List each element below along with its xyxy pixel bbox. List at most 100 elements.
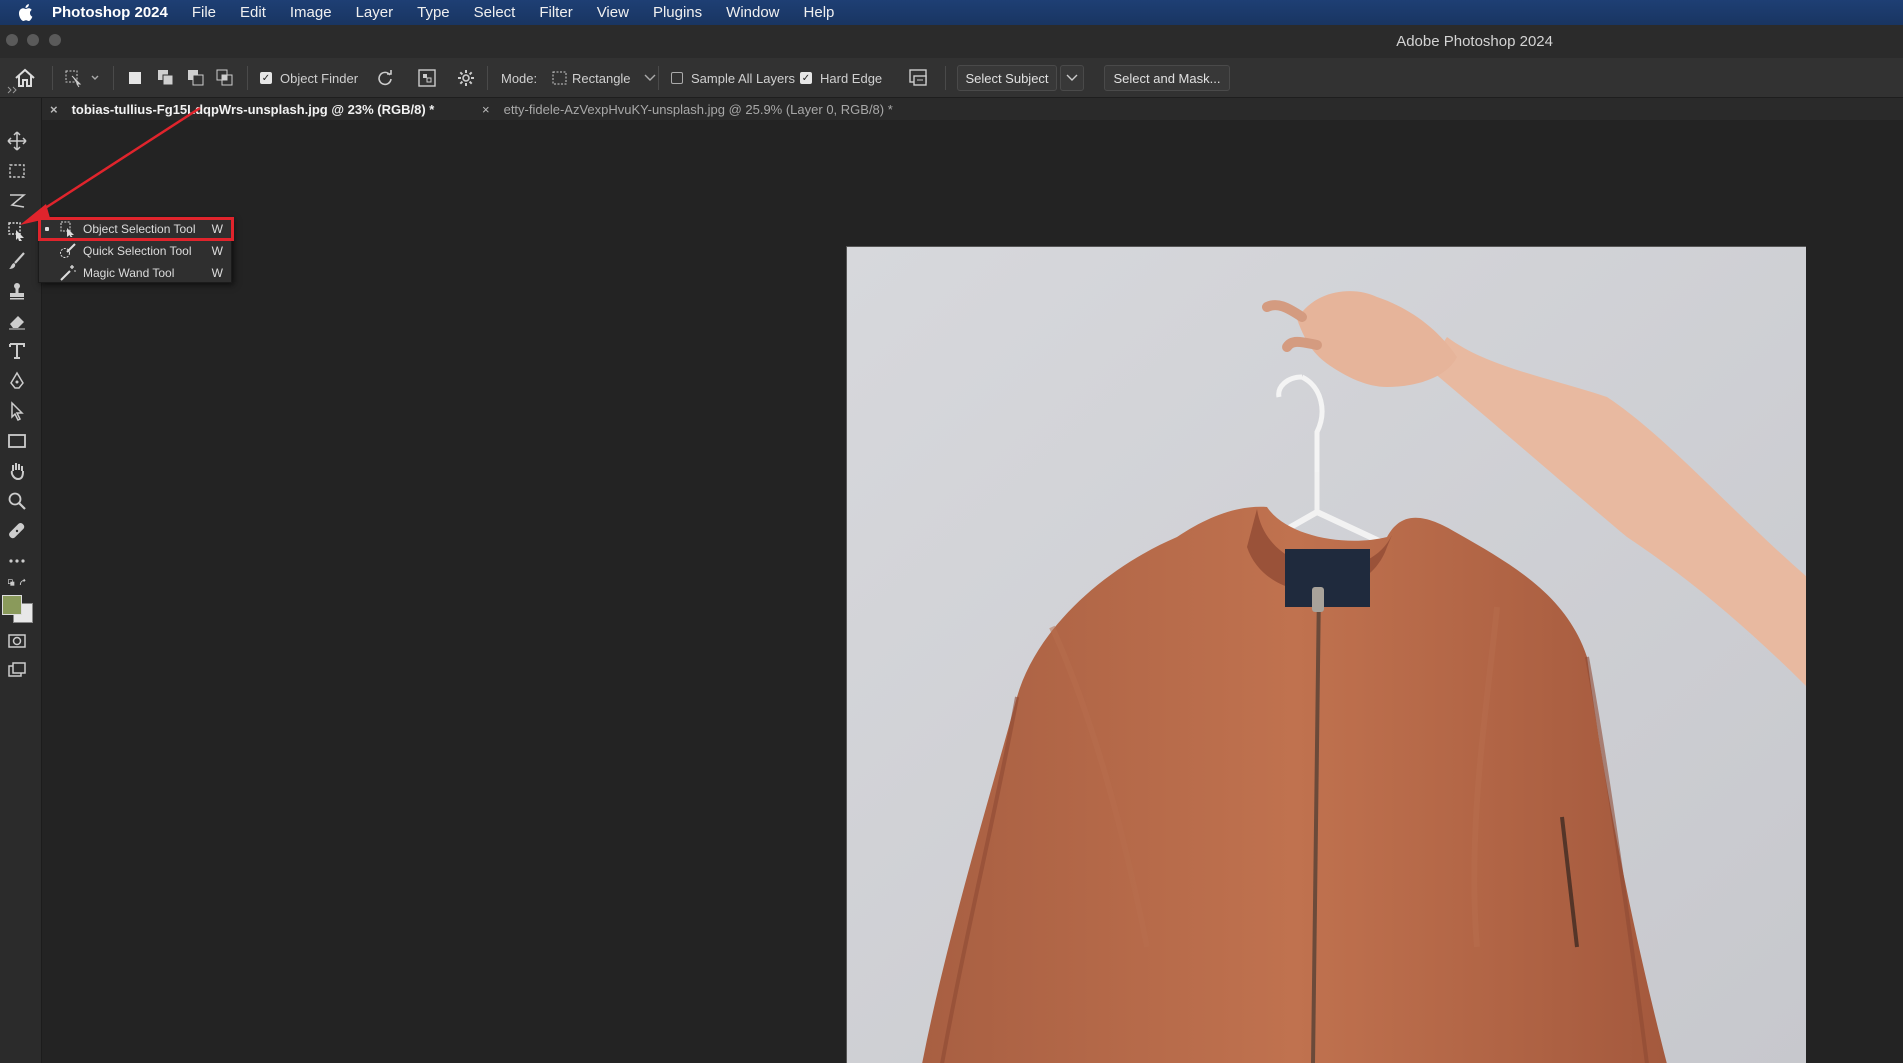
mode-dropdown[interactable]: Rectangle xyxy=(551,58,657,98)
gear-icon[interactable] xyxy=(457,58,475,98)
refresh-icon[interactable] xyxy=(376,58,394,98)
app-menu[interactable]: Photoshop 2024 xyxy=(52,4,168,21)
divider xyxy=(247,66,248,90)
rectangle-tool-icon[interactable] xyxy=(4,428,30,454)
path-selection-icon[interactable] xyxy=(4,398,30,424)
clone-stamp-icon[interactable] xyxy=(4,278,30,304)
intersect-selection-icon[interactable] xyxy=(216,58,234,98)
menu-filter[interactable]: Filter xyxy=(539,4,572,21)
close-tab-icon[interactable]: × xyxy=(482,102,490,117)
magic-wand-icon xyxy=(59,264,77,282)
selection-feedback-icon[interactable] xyxy=(908,58,930,98)
selection-tools-flyout: Object Selection Tool W Quick Selection … xyxy=(38,217,234,284)
tools-panel xyxy=(0,86,42,1063)
expand-panel-icon[interactable] xyxy=(4,86,30,102)
menu-window[interactable]: Window xyxy=(726,4,779,21)
divider xyxy=(658,66,659,90)
flyout-item-shortcut: W xyxy=(211,222,223,236)
checkbox-empty-icon xyxy=(671,72,683,84)
sample-all-layers-label: Sample All Layers xyxy=(691,70,796,86)
select-and-mask-button[interactable]: Select and Mask... xyxy=(1104,65,1230,91)
object-selection-icon xyxy=(59,220,77,238)
select-subject-button[interactable]: Select Subject xyxy=(957,65,1057,91)
move-tool-icon[interactable] xyxy=(4,128,30,154)
checkmark-icon: ✓ xyxy=(260,72,272,84)
quick-selection-icon xyxy=(59,242,77,260)
flyout-item-shortcut: W xyxy=(211,244,223,258)
foreground-color-swatch[interactable] xyxy=(2,595,22,615)
flyout-item-label: Quick Selection Tool xyxy=(83,244,192,258)
menu-layer[interactable]: Layer xyxy=(356,4,394,21)
chevron-down-icon xyxy=(644,74,656,81)
hard-edge-label: Hard Edge xyxy=(820,70,883,86)
chevron-down-icon xyxy=(1066,74,1078,81)
flyout-item-magic-wand[interactable]: Magic Wand Tool W xyxy=(39,262,233,284)
tab-label: etty-fidele-AzVexpHvuKY-unsplash.jpg @ 2… xyxy=(503,101,893,117)
tab-label: tobias-tullius-Fg15LdqpWrs-unsplash.jpg … xyxy=(71,101,435,117)
subtract-from-selection-icon[interactable] xyxy=(187,58,205,98)
flyout-item-label: Object Selection Tool xyxy=(83,222,196,236)
quick-mask-icon[interactable] xyxy=(4,628,30,654)
menu-view[interactable]: View xyxy=(597,4,629,21)
rectangle-marquee-icon xyxy=(552,71,567,85)
pen-tool-icon[interactable] xyxy=(4,368,30,394)
flyout-item-shortcut: W xyxy=(211,266,223,280)
select-subject-dropdown[interactable] xyxy=(1060,65,1084,91)
menu-help[interactable]: Help xyxy=(804,4,835,21)
close-window-button[interactable] xyxy=(6,34,18,46)
menu-select[interactable]: Select xyxy=(474,4,516,21)
divider xyxy=(113,66,114,90)
menu-bar: Photoshop 2024 File Edit Image Layer Typ… xyxy=(0,0,1903,25)
healing-brush-icon[interactable] xyxy=(4,518,30,544)
apple-icon[interactable] xyxy=(16,3,34,23)
menu-file[interactable]: File xyxy=(192,4,216,21)
type-tool-icon[interactable] xyxy=(4,338,30,364)
flyout-item-object-selection[interactable]: Object Selection Tool W xyxy=(38,217,234,241)
flyout-item-quick-selection[interactable]: Quick Selection Tool W xyxy=(39,240,233,262)
title-bar xyxy=(0,25,1903,58)
jacket-photo xyxy=(847,247,1806,1063)
close-tab-icon[interactable]: × xyxy=(50,102,58,117)
object-selection-tool-icon[interactable] xyxy=(4,218,30,244)
zoom-window-button[interactable] xyxy=(49,34,61,46)
active-tool-indicator xyxy=(45,227,49,231)
select-and-mask-label: Select and Mask... xyxy=(1113,70,1221,86)
zoom-tool-icon[interactable] xyxy=(4,488,30,514)
menu-type[interactable]: Type xyxy=(417,4,450,21)
screen-mode-icon[interactable] xyxy=(4,658,30,684)
options-bar: ✓ Object Finder Mode: Rectangle Sample A… xyxy=(0,58,1903,98)
checkmark-icon: ✓ xyxy=(800,72,812,84)
divider xyxy=(52,66,53,90)
document-canvas[interactable] xyxy=(846,246,1806,1063)
lasso-tool-icon[interactable] xyxy=(4,188,30,214)
brush-tool-icon[interactable] xyxy=(4,248,30,274)
divider xyxy=(945,66,946,90)
eraser-icon[interactable] xyxy=(4,308,30,334)
flyout-item-label: Magic Wand Tool xyxy=(83,266,175,280)
more-tools-icon[interactable] xyxy=(4,548,30,574)
tab-etty-fidele[interactable]: × etty-fidele-AzVexpHvuKY-unsplash.jpg @… xyxy=(482,98,893,120)
sample-all-layers-checkbox[interactable]: Sample All Layers xyxy=(671,58,795,98)
swap-colors-icon[interactable] xyxy=(4,575,30,591)
object-finder-checkbox[interactable]: ✓ Object Finder xyxy=(260,58,358,98)
document-tabs: × tobias-tullius-Fg15LdqpWrs-unsplash.jp… xyxy=(42,98,1903,120)
divider xyxy=(487,66,488,90)
mode-value: Rectangle xyxy=(572,70,631,86)
select-subject-label: Select Subject xyxy=(965,70,1049,86)
menu-edit[interactable]: Edit xyxy=(240,4,266,21)
show-all-objects-icon[interactable] xyxy=(418,58,436,98)
hard-edge-checkbox[interactable]: ✓ Hard Edge xyxy=(800,58,882,98)
tab-tobias-tullius[interactable]: × tobias-tullius-Fg15LdqpWrs-unsplash.jp… xyxy=(50,98,434,120)
object-finder-label: Object Finder xyxy=(280,70,359,86)
rectangular-marquee-icon[interactable] xyxy=(4,158,30,184)
tool-preset-picker[interactable] xyxy=(64,58,100,98)
menu-image[interactable]: Image xyxy=(290,4,332,21)
menu-plugins[interactable]: Plugins xyxy=(653,4,702,21)
new-selection-icon[interactable] xyxy=(127,58,143,98)
minimize-window-button[interactable] xyxy=(27,34,39,46)
window-title: Adobe Photoshop 2024 xyxy=(1396,33,1553,50)
mode-label: Mode: xyxy=(501,70,538,86)
add-to-selection-icon[interactable] xyxy=(157,58,175,98)
hand-tool-icon[interactable] xyxy=(4,458,30,484)
photoshop-window: Photoshop 2024 File Edit Image Layer Typ… xyxy=(0,0,1903,1063)
